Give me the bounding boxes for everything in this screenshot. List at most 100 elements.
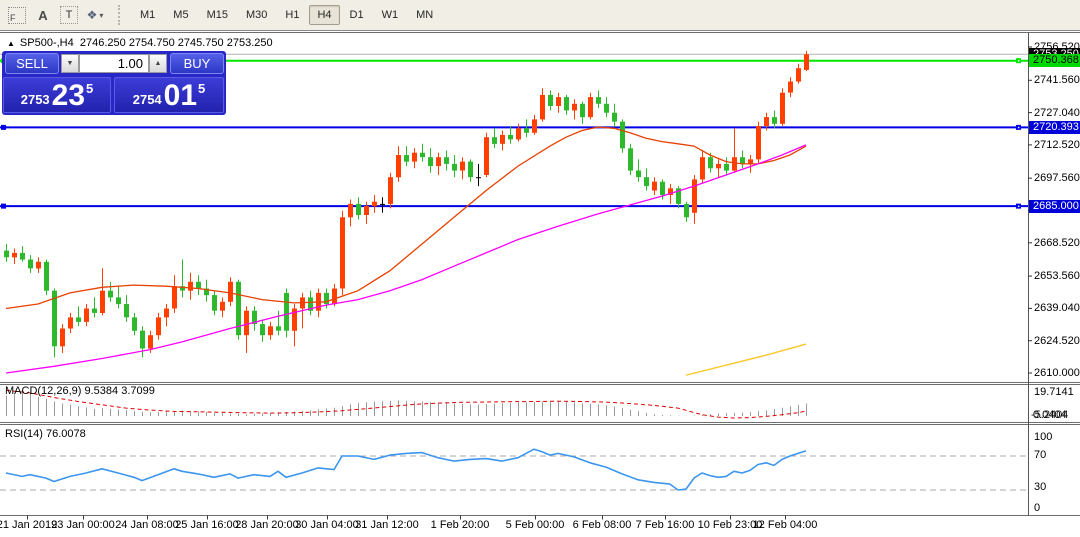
shapes-tool-button[interactable]: ❖ ▾ — [83, 4, 107, 26]
candle-34 — [276, 326, 281, 330]
macd-scale-min: -5.2404 — [1031, 409, 1068, 421]
candle-38 — [308, 297, 313, 310]
candle-33 — [268, 326, 273, 335]
buy-price-prefix: 2754 — [133, 93, 162, 109]
candle-46 — [372, 202, 377, 207]
candle-5 — [44, 262, 49, 291]
candle-2 — [20, 253, 25, 260]
candle-87 — [700, 157, 705, 179]
time-label: 7 Feb 16:00 — [636, 519, 695, 531]
candle-0 — [4, 251, 9, 258]
candle-37 — [300, 297, 305, 308]
candle-7 — [60, 329, 65, 347]
timeframe-buttons: M1M5M15M30H1H4D1W1MN — [131, 5, 442, 25]
candle-72 — [580, 104, 585, 117]
macd-label: MACD(12,26,9) 9.5384 3.7099 — [5, 385, 155, 397]
candle-26 — [212, 295, 217, 311]
timeframe-button-w1[interactable]: W1 — [374, 5, 407, 25]
price-tick: 2741.560 — [1034, 74, 1080, 86]
candle-6 — [52, 291, 57, 347]
sell-price-prefix: 2753 — [21, 93, 50, 109]
sell-price-display[interactable]: 2753 23 5 — [3, 77, 111, 113]
candle-94 — [756, 126, 761, 159]
sell-button[interactable]: SELL — [5, 53, 59, 74]
candle-20 — [164, 309, 169, 318]
buy-price-display[interactable]: 2754 01 5 — [114, 77, 224, 113]
line-handle-right[interactable] — [1016, 125, 1021, 130]
timeframe-button-h4[interactable]: H4 — [309, 5, 339, 25]
timeframe-button-d1[interactable]: D1 — [342, 5, 372, 25]
triangle-icon: ▲ — [7, 39, 15, 48]
buy-price-big: 01 — [164, 84, 197, 109]
candle-67 — [540, 95, 545, 120]
cursor-tool-button[interactable]: A — [31, 4, 55, 26]
candle-32 — [260, 324, 265, 335]
candle-50 — [404, 155, 409, 162]
line-handle-right[interactable] — [1016, 58, 1021, 63]
template-tool-button[interactable]: F — [5, 4, 29, 26]
chart-toolbar: F A T ❖ ▾ M1M5M15M30H1H4D1W1MN — [0, 0, 1080, 31]
chart-title: ▲SP500-,H4 2746.250 2754.750 2745.750 27… — [7, 37, 273, 49]
candle-97 — [780, 93, 785, 124]
candle-60 — [484, 137, 489, 175]
timeframe-button-h1[interactable]: H1 — [277, 5, 307, 25]
candle-57 — [460, 162, 465, 171]
timeframe-button-m15[interactable]: M15 — [199, 5, 236, 25]
ma-slow-line — [6, 145, 806, 373]
candle-24 — [196, 282, 201, 289]
line-price-label[interactable]: 2720.393 — [1029, 121, 1080, 134]
macd-main-value: 9.5384 — [84, 385, 118, 397]
candle-83 — [668, 188, 673, 195]
chevron-down-icon: ▾ — [99, 11, 103, 20]
candle-47 — [380, 204, 385, 205]
line-handle-dot — [1018, 60, 1019, 61]
volume-increase-button[interactable]: ▲ — [149, 54, 167, 73]
candle-51 — [412, 153, 417, 162]
macd-signal-line — [6, 390, 806, 418]
timeframe-button-m30[interactable]: M30 — [238, 5, 275, 25]
candle-86 — [692, 179, 697, 212]
timeframe-button-mn[interactable]: MN — [408, 5, 441, 25]
candle-25 — [204, 289, 209, 296]
time-label: 30 Jan 04:00 — [295, 519, 359, 531]
time-label: 12 Feb 04:00 — [753, 519, 818, 531]
candle-39 — [316, 293, 321, 311]
buy-button[interactable]: BUY — [170, 53, 224, 74]
one-click-trading-panel: SELL ▼ ▲ BUY 2753 23 5 2754 01 5 — [2, 51, 226, 115]
candle-10 — [84, 309, 89, 322]
candle-73 — [588, 97, 593, 117]
candle-65 — [524, 128, 529, 133]
candle-15 — [124, 304, 129, 317]
rsi-scale-70: 70 — [1034, 449, 1046, 461]
line-price-label[interactable]: 2750.368 — [1029, 54, 1080, 67]
time-label: 10 Feb 23:00 — [698, 519, 763, 531]
timeframe-button-m5[interactable]: M5 — [165, 5, 196, 25]
candle-63 — [508, 135, 513, 140]
candle-1 — [12, 253, 17, 257]
candle-92 — [740, 157, 745, 164]
candle-3 — [28, 260, 33, 269]
time-label: 5 Feb 00:00 — [506, 519, 565, 531]
rsi-scale-100: 100 — [1034, 431, 1052, 443]
text-tool-button[interactable]: T — [57, 4, 81, 26]
candle-58 — [468, 162, 473, 178]
price-tick: 2653.560 — [1034, 270, 1080, 282]
candle-23 — [188, 282, 193, 291]
rsi-label: RSI(14) 76.0078 — [5, 428, 86, 440]
candle-13 — [108, 291, 113, 298]
candle-41 — [332, 289, 337, 305]
price-tick: 2668.520 — [1034, 237, 1080, 249]
line-handle-left[interactable] — [1, 204, 6, 209]
candle-96 — [772, 117, 777, 124]
line-price-label[interactable]: 2685.000 — [1029, 200, 1080, 213]
timeframe-button-m1[interactable]: M1 — [132, 5, 163, 25]
line-handle-right[interactable] — [1016, 204, 1021, 209]
candle-82 — [660, 182, 665, 195]
volume-input[interactable] — [79, 54, 149, 73]
time-label: 31 Jan 12:00 — [355, 519, 419, 531]
candle-77 — [620, 122, 625, 149]
candle-22 — [180, 286, 185, 290]
line-handle-left[interactable] — [1, 125, 6, 130]
volume-decrease-button[interactable]: ▼ — [61, 54, 79, 73]
time-label: 23 Jan 00:00 — [51, 519, 115, 531]
